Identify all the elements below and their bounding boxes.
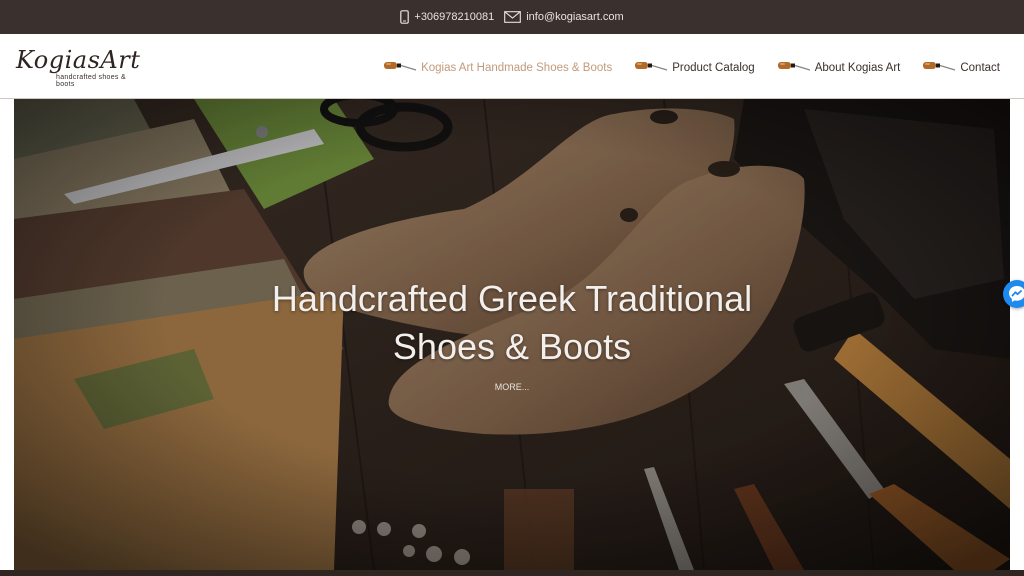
envelope-icon	[504, 11, 522, 23]
nav-item-contact[interactable]: Contact	[922, 59, 1000, 76]
email-address[interactable]: info@kogiasart.com	[526, 11, 623, 23]
awl-icon	[922, 59, 956, 76]
nav-label: About Kogias Art	[814, 61, 901, 74]
logo-wordmark: KogiasArt	[16, 46, 141, 74]
nav-label: Product Catalog	[672, 61, 755, 74]
nav-item-about[interactable]: About Kogias Art	[777, 59, 901, 76]
nav-label: Kogias Art Handmade Shoes & Boots	[421, 61, 613, 74]
site-logo[interactable]: KogiasArt handcrafted shoes & boots	[16, 48, 146, 88]
contact-bar: +306978210081 info@kogiasart.com	[0, 0, 1024, 34]
phone-contact[interactable]: +306978210081	[400, 10, 494, 24]
hero-title: Handcrafted Greek Traditional Shoes & Bo…	[14, 275, 1010, 371]
hero-more-link[interactable]: MORE...	[14, 382, 1010, 392]
nav-label: Contact	[960, 61, 1000, 74]
messenger-icon	[1003, 286, 1024, 312]
hero-title-line-1: Handcrafted Greek Traditional	[271, 278, 753, 319]
phone-number[interactable]: +306978210081	[414, 11, 494, 23]
site-header: KogiasArt handcrafted shoes & boots Kogi…	[0, 34, 1024, 99]
messenger-chat-button[interactable]	[1003, 280, 1024, 308]
awl-icon	[634, 59, 668, 76]
phone-icon	[400, 10, 410, 24]
nav-item-product-catalog[interactable]: Product Catalog	[634, 59, 755, 76]
hero-title-line-2: Shoes & Boots	[392, 326, 632, 367]
hero-bottom-strip	[0, 570, 1024, 576]
awl-icon	[383, 59, 417, 76]
hero-slider[interactable]: Handcrafted Greek Traditional Shoes & Bo…	[14, 99, 1010, 570]
main-nav: Kogias Art Handmade Shoes & Boots Produc…	[383, 59, 1000, 76]
logo-tagline: handcrafted shoes & boots	[56, 74, 126, 88]
email-contact[interactable]: info@kogiasart.com	[504, 11, 624, 23]
nav-item-home[interactable]: Kogias Art Handmade Shoes & Boots	[383, 59, 612, 76]
awl-icon	[777, 59, 811, 76]
